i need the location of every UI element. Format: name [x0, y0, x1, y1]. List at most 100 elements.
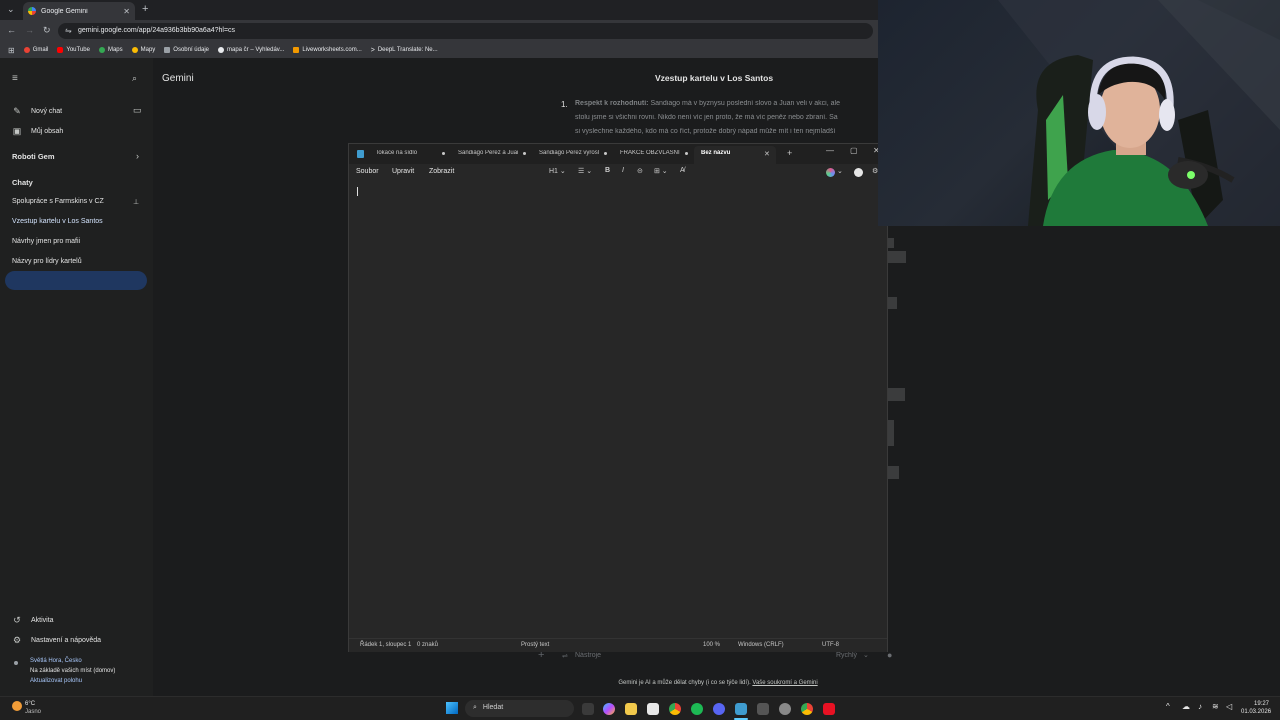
notepad-menubar: Soubor Upravit Zobrazit H1 ⌄ ☰ ⌄ B I ⊝ ⊞… [349, 164, 887, 180]
link-icon[interactable]: ⊝ [637, 167, 643, 175]
onedrive-icon[interactable]: ☁ [1182, 702, 1190, 711]
heading-dropdown[interactable]: H1 ⌄ [549, 167, 566, 175]
weather-icon[interactable] [12, 701, 22, 711]
chat-item-active[interactable]: Vzestup kartelu v Los Santos [12, 218, 103, 225]
search-icon[interactable]: ⌕ [132, 73, 137, 84]
apps-grid-icon[interactable]: ⊞ [8, 46, 15, 55]
chats-header: Chaty [12, 178, 33, 187]
encoding[interactable]: UTF-8 [822, 642, 839, 648]
gemini-logo[interactable]: Gemini [162, 73, 194, 84]
answer-line: si vyslechne každého, kdo má co říct, pr… [575, 128, 878, 135]
new-tab-icon[interactable]: + [142, 3, 148, 15]
chevron-right-icon[interactable]: › [136, 151, 139, 161]
bookmark-label: YouTube [66, 47, 90, 53]
new-chat-icon[interactable]: ▭ [133, 105, 142, 116]
gems-header[interactable]: Roboti Gem [12, 152, 55, 161]
notepad-tab[interactable]: Sandiago Perez a Juar [458, 150, 518, 156]
table-dropdown-icon[interactable]: ⊞ ⌄ [654, 167, 668, 175]
bookmark-gmail[interactable]: Gmail [23, 47, 48, 53]
app-icon[interactable] [757, 703, 769, 715]
privacy-link[interactable]: Vaše soukromí a Gemini [752, 680, 817, 686]
chat-item[interactable]: Spolupráce s Farmskins v CZ [12, 198, 104, 205]
volume-icon[interactable]: ◁ [1226, 702, 1232, 711]
chrome-icon[interactable] [669, 703, 681, 715]
document-icon [164, 47, 171, 53]
minimize-icon[interactable]: — [826, 146, 834, 155]
chrome-profile-icon[interactable] [801, 703, 813, 715]
bookmark-maps[interactable]: Maps [98, 47, 123, 53]
chevron-down-icon[interactable]: ⌄ [837, 167, 843, 175]
menu-file[interactable]: Soubor [356, 168, 379, 175]
gear-icon: ⚙ [12, 635, 22, 645]
tab-search-chevron-icon[interactable]: ⌄ [7, 4, 15, 15]
chevron-up-icon[interactable]: ^ [1166, 702, 1170, 711]
text-format[interactable]: Prostý text [521, 642, 549, 648]
tools-icon[interactable]: ⇌ [562, 652, 568, 660]
notepad-tab[interactable]: lokace na sídlo [377, 150, 437, 156]
forward-icon[interactable]: → [25, 25, 34, 35]
wifi-icon[interactable]: ≋ [1212, 702, 1219, 711]
back-icon[interactable]: ← [7, 25, 16, 35]
site-info-icon[interactable]: ⇋ [65, 26, 72, 35]
italic-icon[interactable]: I [622, 167, 624, 174]
chevron-down-icon[interactable]: ⌄ [863, 651, 869, 659]
bookmark-mapa-cr[interactable]: mapa čr – Vyhledáv... [218, 47, 284, 53]
clear-formatting-icon[interactable]: A̸ [680, 167, 685, 174]
menu-view[interactable]: Zobrazit [429, 168, 454, 175]
settings-icon[interactable] [779, 703, 791, 715]
activity-button[interactable]: ↺ Aktivita [12, 615, 53, 626]
clock-time[interactable]: 19:27 [1254, 701, 1269, 707]
menu-icon[interactable]: ≡ [12, 73, 18, 84]
store-icon[interactable] [647, 703, 659, 715]
app-red-icon[interactable] [823, 703, 835, 715]
windows-start-icon[interactable] [446, 702, 458, 714]
browser-tab-gemini[interactable]: Google Gemini ✕ [23, 2, 135, 20]
notepad-icon[interactable] [735, 703, 747, 715]
weather-temp[interactable]: 6°C [25, 701, 35, 707]
reload-icon[interactable]: ↻ [43, 25, 51, 36]
update-location-link[interactable]: Aktualizovat polohu [30, 678, 82, 684]
bold-icon[interactable]: B [605, 167, 610, 174]
notepad-tab[interactable]: FRAKCE OBZVLAŠNÍ R [620, 150, 680, 156]
notepad-tab-active[interactable]: Bez názvu [701, 150, 761, 156]
taskbar-search[interactable]: ⌕ Hledat [465, 700, 574, 717]
line-ending[interactable]: Windows (CRLF) [738, 642, 784, 648]
new-tab-icon[interactable]: + [787, 148, 792, 158]
bookmark-youtube[interactable]: YouTube [57, 47, 90, 53]
copilot-icon[interactable] [826, 168, 835, 177]
bookmark-osobni-udaje[interactable]: Osobní údaje [164, 47, 209, 53]
tools-button[interactable]: Nástroje [575, 652, 601, 659]
chat-item[interactable]: Názvy pro lídry kartelů [12, 258, 82, 265]
bookmark-mapy[interactable]: Mapy [131, 47, 155, 53]
bookmark-deepl[interactable]: > DeepL Translate: Ne... [371, 47, 438, 54]
url-text: gemini.google.com/app/24a936b3bb90a6a4?h… [78, 27, 236, 34]
new-chat-button[interactable]: ✎ Nový chat [12, 106, 62, 117]
list-number: 1. [561, 100, 568, 109]
spotify-icon[interactable] [691, 703, 703, 715]
maximize-icon[interactable]: ▢ [850, 146, 858, 155]
text-caret[interactable] [357, 187, 358, 196]
microphone-icon[interactable]: ♪ [1198, 702, 1202, 711]
close-tab-icon[interactable]: ✕ [123, 7, 130, 16]
streamer-webcam-image [998, 0, 1280, 226]
windows-taskbar: 6°C Jasno ⌕ Hledat ^ ☁ ♪ ≋ ◁ 19:27 01.03.… [0, 696, 1280, 720]
notepad-window: lokace na sídlo Sandiago Perez a Juar Sa… [348, 143, 888, 652]
chat-item[interactable]: Návrhy jmen pro mafii [12, 238, 80, 245]
mode-selector[interactable]: Rychlý [836, 652, 857, 659]
discord-icon[interactable] [713, 703, 725, 715]
clock-date[interactable]: 01.03.2026 [1241, 709, 1271, 715]
list-dropdown-icon[interactable]: ☰ ⌄ [578, 167, 592, 175]
settings-button[interactable]: ⚙ Nastavení a nápověda [12, 635, 101, 646]
my-content-button[interactable]: ▣ Můj obsah [12, 126, 64, 137]
notepad-tab[interactable]: Sandiago Perez vyrosl [539, 150, 599, 156]
zoom-level[interactable]: 100 % [703, 642, 720, 648]
account-icon[interactable] [854, 168, 863, 177]
task-view-icon[interactable] [582, 703, 594, 715]
close-tab-icon[interactable]: ✕ [764, 150, 770, 158]
file-explorer-icon[interactable] [625, 703, 637, 715]
bookmark-liveworksheets[interactable]: Liveworksheets.com... [293, 47, 362, 53]
address-bar[interactable]: ⇋ gemini.google.com/app/24a936b3bb90a6a4… [58, 23, 873, 39]
menu-edit[interactable]: Upravit [392, 168, 414, 175]
weather-desc[interactable]: Jasno [25, 709, 41, 715]
copilot-icon[interactable] [603, 703, 615, 715]
